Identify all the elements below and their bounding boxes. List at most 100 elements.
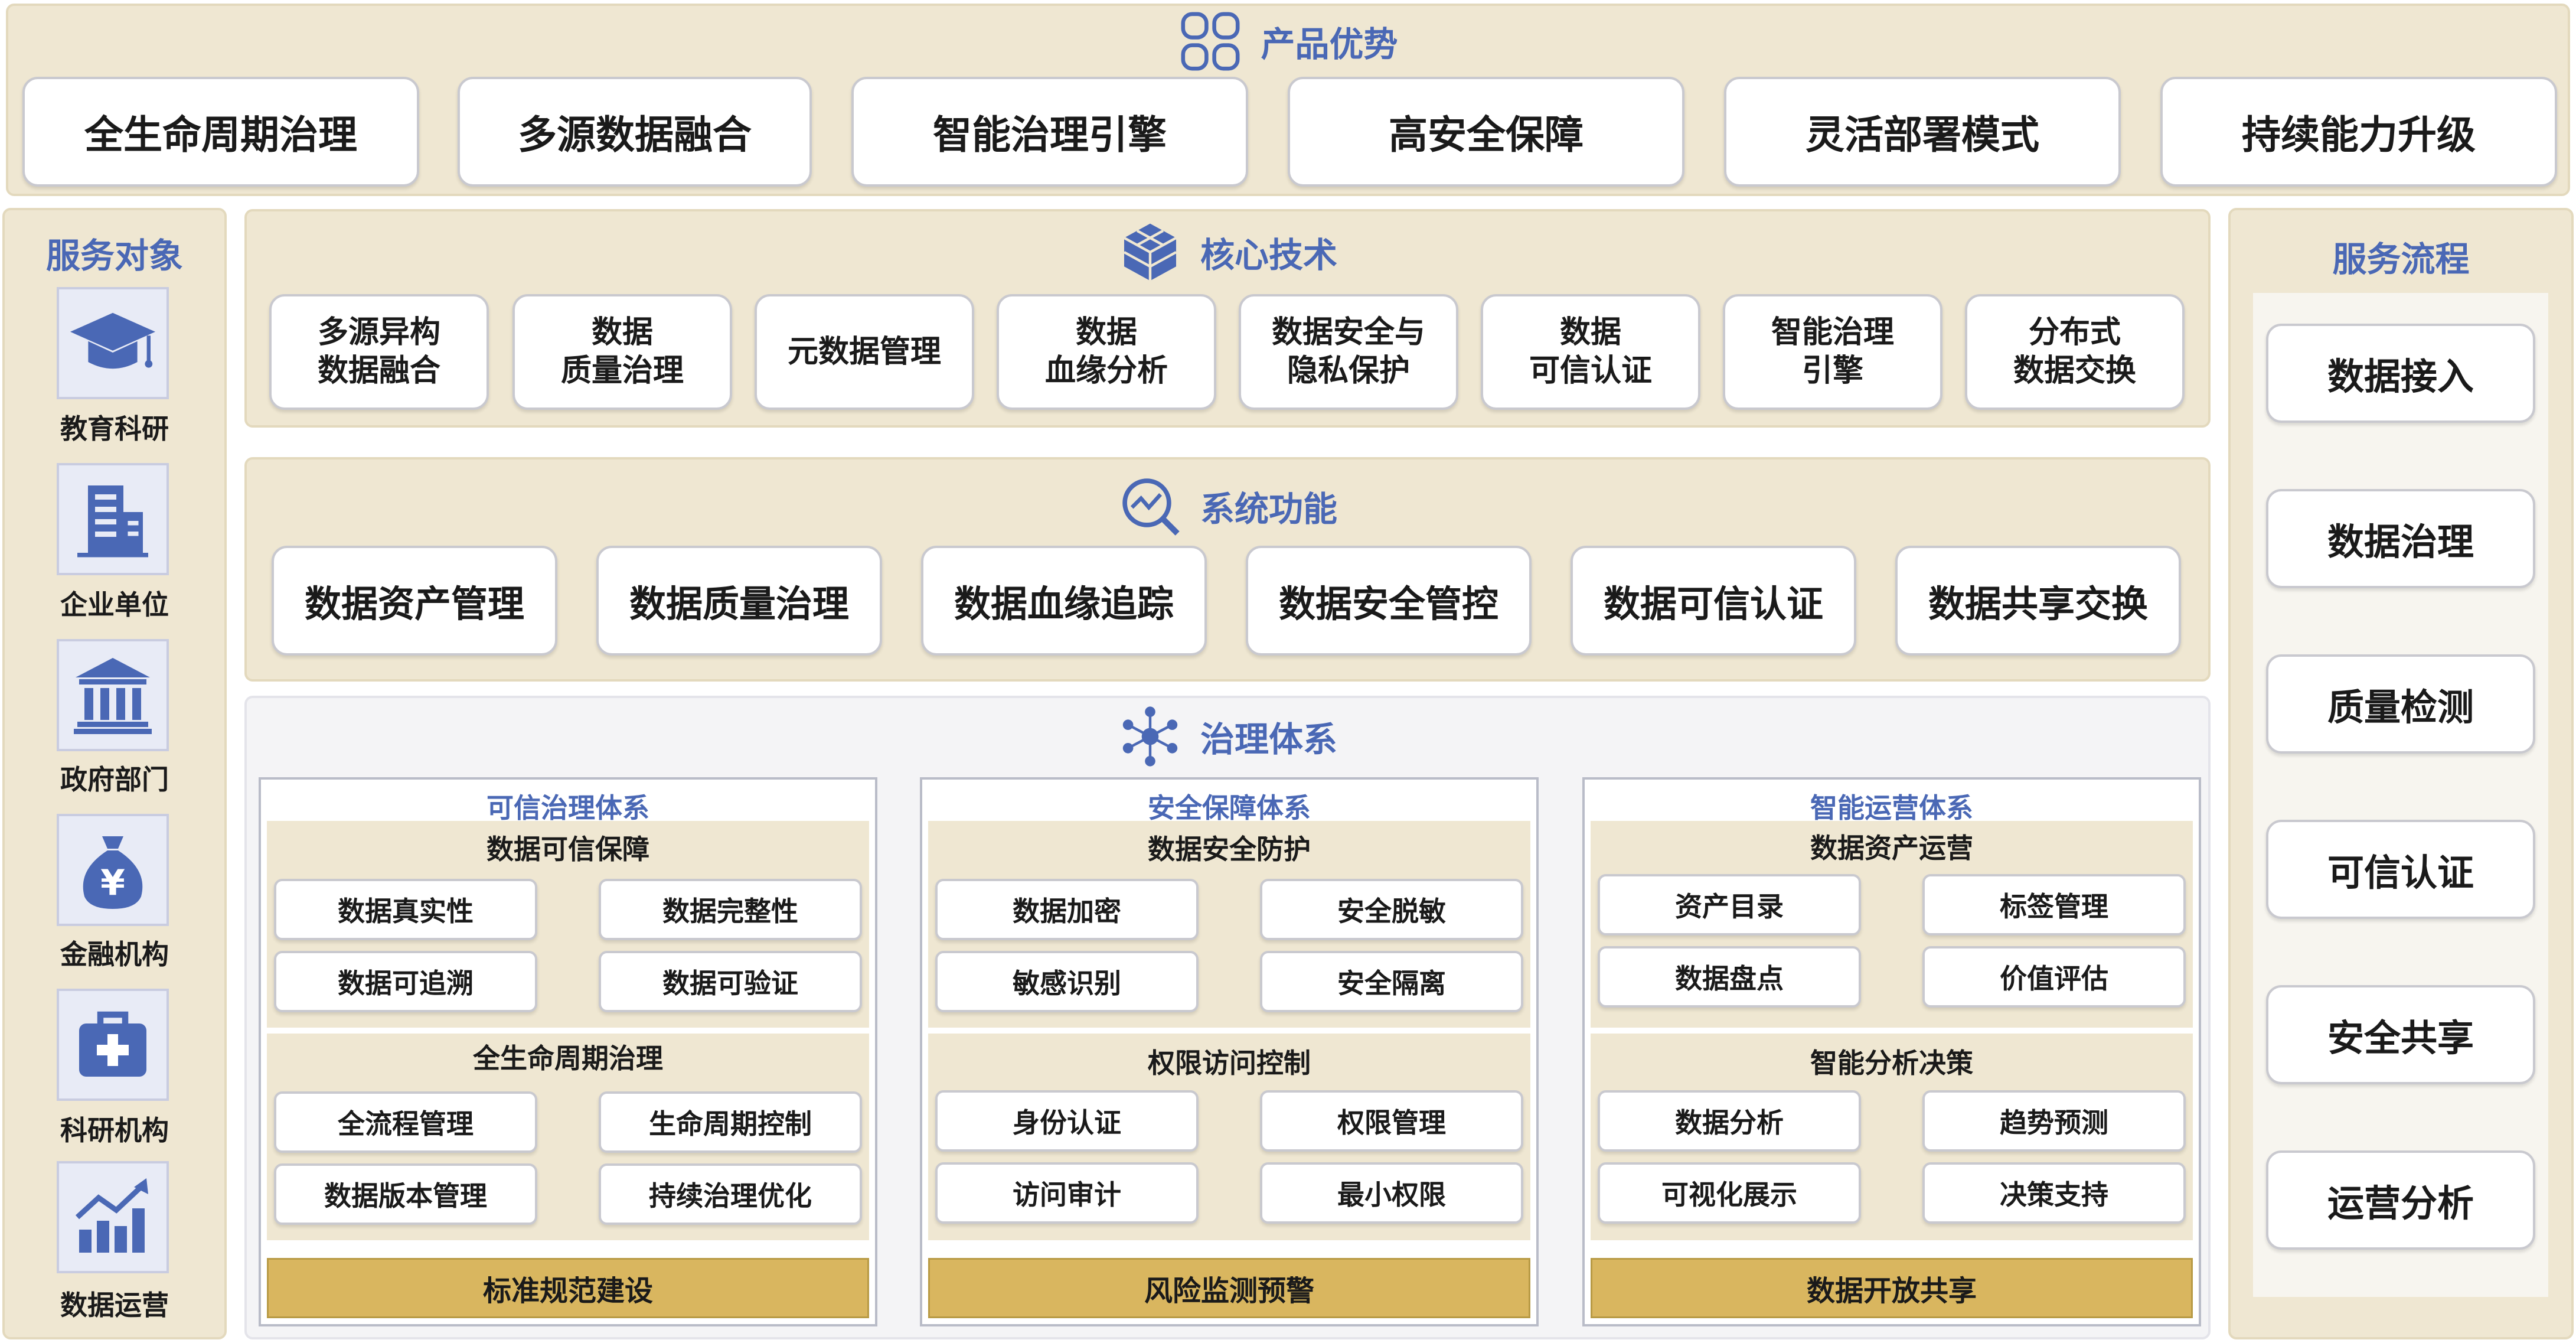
target-label: 金融机构 xyxy=(60,938,169,970)
group-title: 全生命周期治理 xyxy=(473,1042,663,1074)
core-tech-title: 核心技术 xyxy=(1200,235,1337,275)
target-icon-box xyxy=(57,1161,169,1273)
core-tech-label: 数据 质量治理 xyxy=(560,315,684,389)
group-item-label: 数据真实性 xyxy=(338,895,474,927)
group-title: 数据安全防护 xyxy=(1148,833,1311,865)
core-tech-panel: 核心技术 多源异构 数据融合 数据 质量治理 元数据管理 数据 血缘分析 数据安… xyxy=(244,209,2211,428)
flow-step: 数据接入 xyxy=(2266,324,2535,423)
group-panel: 全生命周期治理 全流程管理 生命周期控制 数据版本管理 持续治理优化 xyxy=(267,1034,869,1240)
flow-step: 运营分析 xyxy=(2266,1150,2535,1250)
group-item: 身份认证 xyxy=(935,1090,1199,1152)
group-item: 权限管理 xyxy=(1260,1090,1523,1152)
graduation-cap-icon xyxy=(70,312,155,369)
network-icon xyxy=(1122,706,1178,767)
governance-system: 安全保障体系 数据安全防护 数据加密 安全脱敏 敏感识别 安全隔离 权限访问控制… xyxy=(920,777,1539,1326)
target-icon-box xyxy=(57,989,169,1101)
system-function-card: 数据资产管理 xyxy=(272,546,557,656)
group-item: 数据可追溯 xyxy=(274,951,537,1012)
core-tech-card: 元数据管理 xyxy=(755,294,974,410)
group-title: 权限访问控制 xyxy=(1148,1047,1311,1079)
flow-step-label: 可信认证 xyxy=(2327,851,2474,894)
group-item-label: 敏感识别 xyxy=(1013,967,1121,999)
group-panel: 智能分析决策 数据分析 趋势预测 可视化展示 决策支持 xyxy=(1591,1034,2193,1240)
flow-step: 质量检测 xyxy=(2266,654,2535,754)
group-item-label: 最小权限 xyxy=(1337,1179,1446,1211)
group-item: 持续治理优化 xyxy=(599,1163,862,1225)
svg-text:¥: ¥ xyxy=(100,862,125,904)
target-label: 政府部门 xyxy=(60,764,169,796)
system-function-label: 数据共享交换 xyxy=(1928,582,2148,625)
group-item: 数据版本管理 xyxy=(274,1163,537,1225)
group-item-label: 数据盘点 xyxy=(1675,963,1784,995)
flow-step-label: 数据接入 xyxy=(2327,355,2474,398)
monitor-search-icon xyxy=(1122,478,1180,536)
governance-panel: 治理体系 可信治理体系 数据可信保障 数据真实性 数据完整性 数据可追溯 数据可… xyxy=(244,696,2211,1339)
advantage-label: 多源数据融合 xyxy=(518,112,752,158)
group-item: 资产目录 xyxy=(1598,874,1861,935)
core-tech-card: 多源异构 数据融合 xyxy=(269,294,489,410)
target-label: 企业单位 xyxy=(60,589,169,621)
government-icon xyxy=(74,658,152,734)
core-tech-card: 数据 可信认证 xyxy=(1481,294,1700,410)
group-item: 决策支持 xyxy=(1922,1162,2186,1224)
flow-step-label: 安全共享 xyxy=(2327,1016,2474,1060)
system-function-card: 数据质量治理 xyxy=(596,546,882,656)
group-item: 可视化展示 xyxy=(1598,1162,1861,1224)
core-tech-label: 智能治理 引擎 xyxy=(1771,315,1894,389)
advantage-label: 高安全保障 xyxy=(1389,112,1584,158)
group-item-label: 安全脱敏 xyxy=(1337,895,1446,927)
flow-step: 数据治理 xyxy=(2266,489,2535,588)
flow-step: 可信认证 xyxy=(2266,820,2535,919)
system-title: 安全保障体系 xyxy=(1148,792,1311,824)
group-panel: 数据可信保障 数据真实性 数据完整性 数据可追溯 数据可验证 xyxy=(267,821,869,1028)
target-icon-box xyxy=(57,639,169,751)
group-panel: 权限访问控制 身份认证 权限管理 访问审计 最小权限 xyxy=(928,1034,1530,1240)
governance-system: 可信治理体系 数据可信保障 数据真实性 数据完整性 数据可追溯 数据可验证 全生… xyxy=(259,777,877,1326)
group-item-label: 身份认证 xyxy=(1013,1107,1121,1139)
service-targets-title: 服务对象 xyxy=(45,236,183,276)
group-item: 数据分析 xyxy=(1598,1090,1861,1152)
money-bag-icon: ¥ xyxy=(83,836,143,909)
group-item-label: 安全隔离 xyxy=(1337,967,1446,999)
group-item-label: 数据分析 xyxy=(1675,1107,1784,1139)
system-function-card: 数据安全管控 xyxy=(1246,546,1532,656)
advantages-title: 产品优势 xyxy=(1261,24,1398,64)
group-item: 安全隔离 xyxy=(1260,951,1523,1012)
group-item: 最小权限 xyxy=(1260,1162,1523,1224)
target-label: 科研机构 xyxy=(60,1114,169,1146)
system-functions-title: 系统功能 xyxy=(1200,489,1337,529)
core-tech-label: 数据 血缘分析 xyxy=(1044,315,1168,389)
core-tech-card: 智能治理 引擎 xyxy=(1723,294,1942,410)
system-function-label: 数据资产管理 xyxy=(304,582,524,625)
group-item-label: 数据加密 xyxy=(1013,895,1121,927)
target-icon-box xyxy=(57,463,169,575)
system-function-label: 数据质量治理 xyxy=(629,582,849,625)
governance-system: 智能运营体系 数据资产运营 资产目录 标签管理 数据盘点 价值评估 智能分析决策… xyxy=(1582,777,2201,1326)
system-title: 智能运营体系 xyxy=(1810,792,1973,824)
system-functions-panel: 系统功能 数据资产管理 数据质量治理 数据血缘追踪 数据安全管控 数据可信认证 … xyxy=(244,457,2211,682)
system-function-card: 数据血缘追踪 xyxy=(921,546,1207,656)
core-tech-label: 数据 可信认证 xyxy=(1529,315,1652,389)
group-item: 数据真实性 xyxy=(274,879,537,940)
core-tech-label: 数据安全与 隐私保护 xyxy=(1271,315,1425,389)
governance-header: 治理体系 xyxy=(247,704,2208,769)
core-tech-card: 分布式 数据交换 xyxy=(1965,294,2185,410)
service-targets-panel: 服务对象 教育科研 企业单位 政府部门 ¥ 金融机构 科研机构 数据运营 xyxy=(2,208,227,1339)
group-item: 数据可验证 xyxy=(599,951,862,1012)
advantage-card: 高安全保障 xyxy=(1288,77,1684,187)
advantage-label: 全生命周期治理 xyxy=(84,112,357,158)
flow-step-label: 数据治理 xyxy=(2327,520,2474,563)
group-item: 趋势预测 xyxy=(1922,1090,2186,1152)
growth-chart-icon xyxy=(75,1178,148,1253)
system-footer-label: 标准规范建设 xyxy=(482,1274,653,1308)
group-item-label: 价值评估 xyxy=(2000,963,2108,995)
advantage-card: 多源数据融合 xyxy=(458,77,812,187)
system-footer: 标准规范建设 xyxy=(267,1258,869,1318)
core-tech-card: 数据 质量治理 xyxy=(512,294,732,410)
group-item-label: 权限管理 xyxy=(1337,1107,1446,1139)
system-footer-label: 数据开放共享 xyxy=(1806,1274,1977,1308)
group-item: 数据加密 xyxy=(935,879,1199,940)
group-item-label: 标签管理 xyxy=(2000,891,2108,923)
group-item: 访问审计 xyxy=(935,1162,1199,1224)
target-icon-box xyxy=(57,287,169,399)
